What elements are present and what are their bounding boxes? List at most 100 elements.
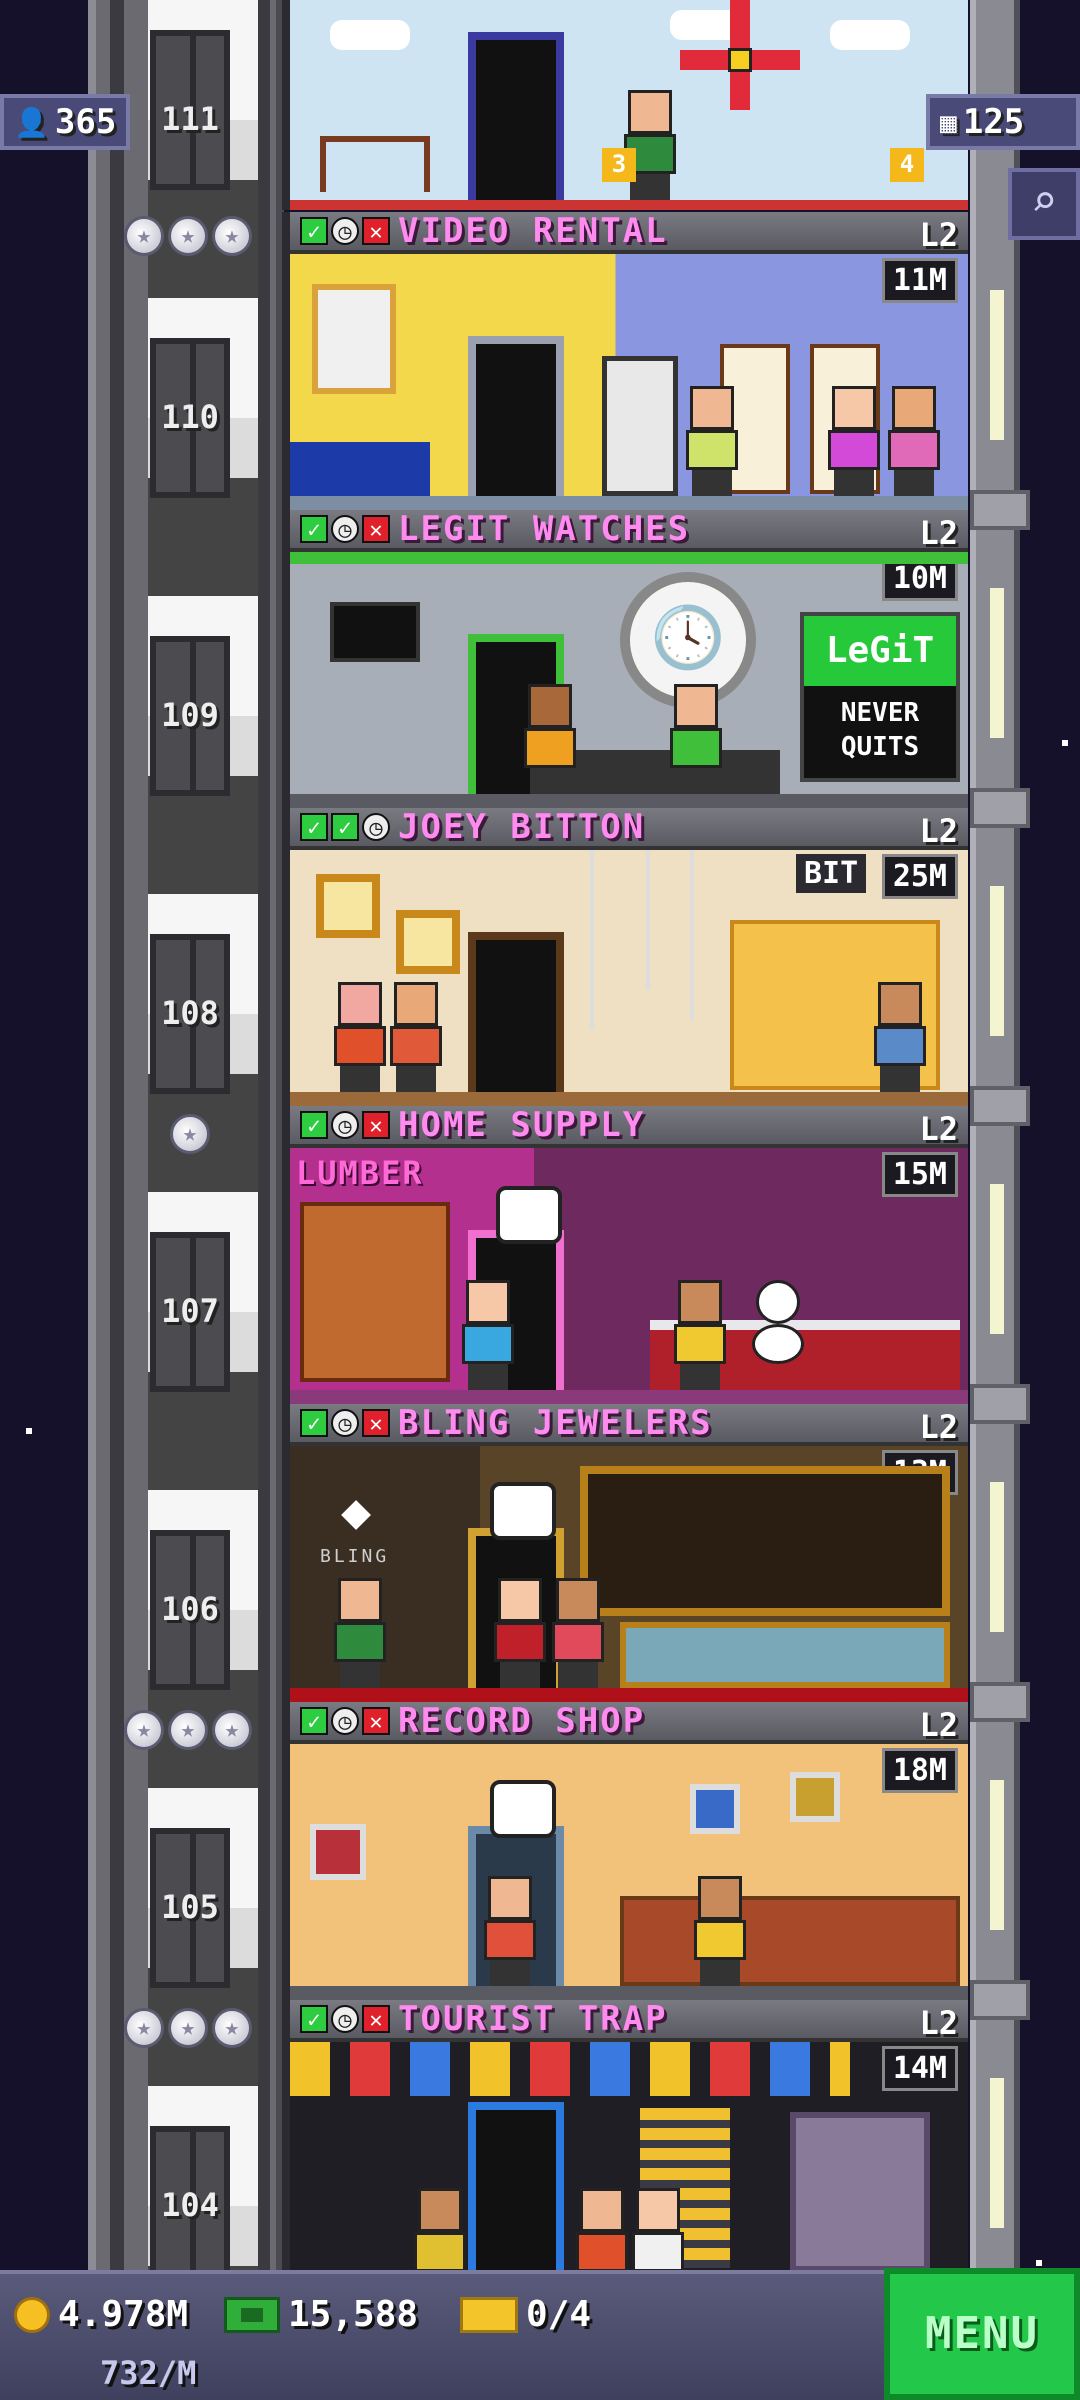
floor-name: RECORD SHOP [398, 1702, 646, 1741]
snowman-visitor[interactable] [748, 1280, 808, 1390]
population-icon: 👤 [14, 105, 49, 139]
floor-header: ✓ ✓ ◷ JOEY BITTON L2 [290, 808, 968, 850]
shaft-rail [256, 0, 270, 2270]
visitor[interactable] [824, 386, 884, 496]
tickets-value: 0/4 [526, 2294, 592, 2335]
coins-display[interactable]: 4.978M [14, 2294, 188, 2335]
clock-icon: ◷ [331, 515, 359, 543]
floor-108-joey-bitton[interactable]: ✓ ✓ ◷ JOEY BITTON L2 BIT 25M [282, 808, 968, 1106]
floor-number-105: 105 [161, 1888, 219, 1926]
speech-bubble [496, 1186, 562, 1244]
floor-header: ✓ ◷ ✕ RECORD SHOP L2 [290, 1702, 968, 1744]
floor-106-bling-jewelers[interactable]: ✓ ◷ ✕ BLING JEWELERS L2 13M ◆ BLING [282, 1404, 968, 1702]
visitor[interactable] [690, 1876, 750, 1986]
floor-107-home-supply[interactable]: ✓ ◷ ✕ HOME SUPPLY L2 LUMBER 15M [282, 1106, 968, 1404]
x-icon: ✕ [362, 1409, 390, 1437]
room-trim [290, 552, 968, 564]
clock-icon: ◷ [331, 1409, 359, 1437]
population-badge[interactable]: 👤 365 [0, 94, 131, 150]
floor-level: L2 [919, 1706, 958, 1744]
floor-110-video-rental[interactable]: ✓ ◷ ✕ VIDEO RENTAL L2 11M [282, 212, 968, 510]
bux-display[interactable]: 15,588 [224, 2294, 418, 2335]
tickets-display[interactable]: 0/4 [460, 2294, 591, 2335]
fence [320, 136, 430, 192]
visitor[interactable] [884, 386, 944, 496]
visitor[interactable] [572, 2188, 632, 2270]
star-icon: ★ [212, 1710, 252, 1750]
background-star [1062, 740, 1068, 746]
star-icon: ★ [168, 1710, 208, 1750]
floor-level: L2 [919, 1110, 958, 1148]
legit-sign-top: LeGiT [804, 616, 956, 686]
room-floor [290, 1986, 968, 2000]
x-icon: ✕ [362, 1707, 390, 1735]
wall-bracket [970, 788, 1030, 828]
room-interior: LUMBER 15M [290, 1148, 968, 1404]
visitor[interactable] [548, 1578, 608, 1688]
floor-105-record-shop[interactable]: ✓ ◷ ✕ RECORD SHOP L2 18M [282, 1702, 968, 2000]
visitor[interactable] [870, 982, 930, 1092]
room-interior: 13M ◆ BLING [290, 1446, 968, 1702]
floor-109-legit-watches[interactable]: ✓ ◷ ✕ LEGIT WATCHES L2 10M 🕓 LeGiT NEVER… [282, 510, 968, 808]
coin-icon [14, 2296, 50, 2333]
visitor[interactable] [480, 1876, 540, 1986]
star-icon: ★ [124, 1710, 164, 1750]
status-icons: ✓ ◷ ✕ [300, 2005, 390, 2033]
wall-art [690, 1784, 740, 1834]
visitor[interactable] [490, 1578, 550, 1688]
visitor[interactable] [628, 2188, 688, 2270]
room-interior: 10M 🕓 LeGiT NEVER QUITS [290, 552, 968, 808]
floor-name: VIDEO RENTAL [398, 212, 668, 251]
window-light [990, 2078, 1004, 2228]
sign-3: 3 [602, 148, 636, 182]
display-box [790, 2112, 930, 2270]
golden-ticket-icon [460, 2296, 518, 2333]
star-icon: ★ [168, 216, 208, 256]
star-icon: ★ [170, 1114, 210, 1154]
floor-level: L2 [919, 514, 958, 552]
tv-screen [330, 602, 420, 662]
status-icons: ✓ ◷ ✕ [300, 515, 390, 543]
floors-badge[interactable]: ▦ 125 [926, 94, 1080, 150]
floor-number-109: 109 [161, 696, 219, 734]
check-icon: ✓ [300, 1409, 328, 1437]
population-value: 365 [54, 102, 117, 142]
record-bin [620, 1896, 960, 1986]
floor-name: BLING JEWELERS [398, 1404, 713, 1443]
floor-stars-105: ★ ★ ★ [124, 1710, 252, 1750]
floor-104-tourist-trap[interactable]: ✓ ◷ ✕ TOURIST TRAP L2 14M [282, 2000, 968, 2270]
clock-icon: ◷ [362, 813, 390, 841]
stock-tag: 18M [881, 1748, 958, 1793]
wall-bracket [970, 1980, 1030, 2020]
visitor[interactable] [666, 684, 726, 794]
lumber-rack [300, 1202, 450, 1382]
bling-sign: BLING [320, 1546, 390, 1567]
visitor[interactable] [410, 2188, 470, 2270]
visitor[interactable] [458, 1280, 518, 1390]
bux-icon [224, 2296, 280, 2333]
status-icons: ✓ ◷ ✕ [300, 217, 390, 245]
visitor[interactable] [386, 982, 446, 1092]
x-icon: ✕ [362, 217, 390, 245]
window-light [990, 1780, 1004, 1930]
floor-111-room[interactable]: 3 4 [282, 0, 968, 210]
status-icons: ✓ ◷ ✕ [300, 1707, 390, 1735]
search-icon: ⌕ [1030, 176, 1058, 227]
visitor[interactable] [670, 1280, 730, 1390]
visitor[interactable] [682, 386, 742, 496]
window-light [990, 290, 1004, 440]
clock-icon: ◷ [331, 2005, 359, 2033]
visitor[interactable] [520, 684, 580, 794]
visitor[interactable] [330, 1578, 390, 1688]
visitor[interactable] [620, 90, 680, 200]
window-light [990, 886, 1004, 1036]
wall-frame [396, 910, 460, 974]
window-light [990, 1482, 1004, 1632]
visitor[interactable] [330, 982, 390, 1092]
room-door [468, 2102, 564, 2270]
menu-button[interactable]: MENU [884, 2268, 1080, 2400]
window-light [990, 588, 1004, 738]
status-icons: ✓ ◷ ✕ [300, 1111, 390, 1139]
search-button[interactable]: ⌕ [1008, 168, 1080, 240]
wall-bracket [970, 490, 1030, 530]
